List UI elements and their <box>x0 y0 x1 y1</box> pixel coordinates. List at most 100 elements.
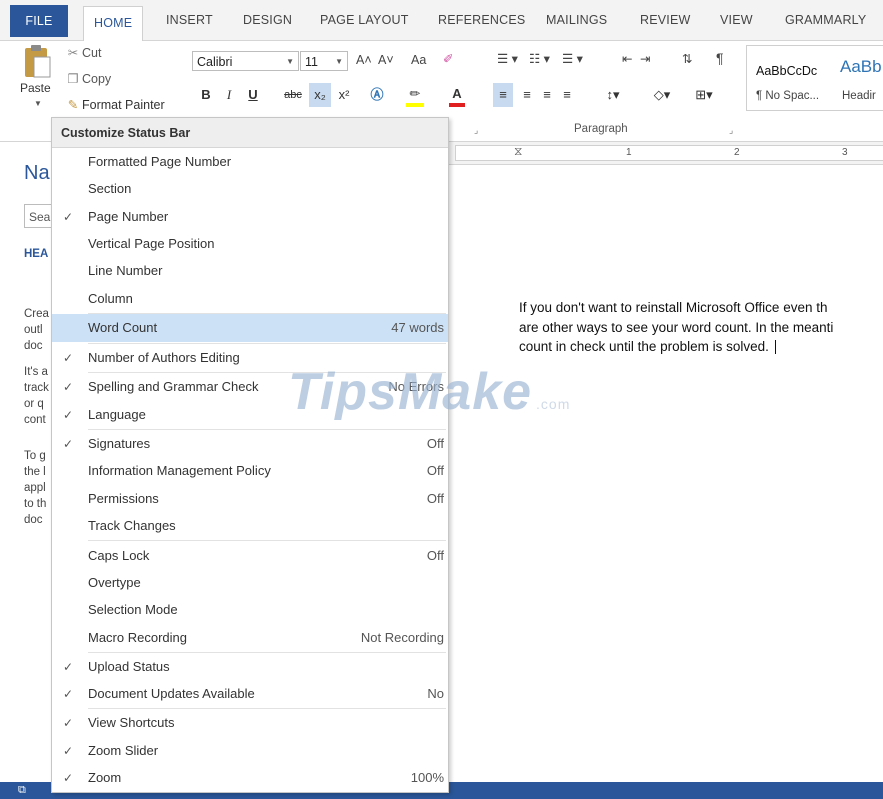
format-painter-button[interactable]: ✎ Format Painter <box>64 97 165 112</box>
menu-item-information-management-policy[interactable]: Information Management Policy Off <box>52 457 448 485</box>
grow-font-button[interactable]: A˄ <box>356 53 372 67</box>
strikethrough-button[interactable]: abc <box>281 83 305 107</box>
menu-item-document-updates-available[interactable]: ✓ Document Updates Available No <box>52 680 448 708</box>
multilevel-list-icon[interactable]: ☰ ▾ <box>562 51 583 66</box>
style-heading[interactable]: AaBb <box>840 57 882 77</box>
cut-button[interactable]: ✂ Cut <box>64 45 102 60</box>
menu-item-caps-lock[interactable]: Caps Lock Off <box>52 542 448 570</box>
numbering-icon[interactable]: ☷ ▾ <box>529 51 550 66</box>
bold-button[interactable]: B <box>198 83 214 107</box>
styles-gallery: AaBbCcDc ¶ No Spac... AaBb Headir <box>746 45 883 111</box>
font-color-icon[interactable]: A <box>449 85 465 107</box>
ruler-number: 2 <box>734 147 740 158</box>
align-left-icon[interactable]: ≡ <box>493 83 513 107</box>
indent-marker-icon[interactable]: ⧖ <box>514 144 522 159</box>
copy-icon: ❐ <box>67 72 79 86</box>
font-size-select[interactable]: 11 ▼ <box>300 51 348 71</box>
menu-item-label: Signatures <box>88 436 151 451</box>
page-layout-icon[interactable]: ⧉ <box>18 784 26 797</box>
copy-label: Copy <box>82 72 112 86</box>
increase-indent-icon[interactable]: ⇥ <box>640 51 650 66</box>
sort-icon[interactable]: ⇅ <box>682 51 692 66</box>
menu-item-column[interactable]: Column <box>52 285 448 313</box>
document-paragraph[interactable]: If you don't want to reinstall Microsoft… <box>519 298 883 357</box>
menu-item-formatted-page-number[interactable]: Formatted Page Number <box>52 148 448 176</box>
menu-item-label: Number of Authors Editing <box>88 350 240 365</box>
menu-item-label: Document Updates Available <box>88 686 255 701</box>
tab-review[interactable]: REVIEW <box>640 0 691 40</box>
show-formatting-button[interactable]: ¶ <box>716 50 724 66</box>
copy-button[interactable]: ❐ Copy <box>64 71 111 86</box>
font-name-value: Calibri <box>197 55 233 69</box>
style-no-spacing[interactable]: AaBbCcDc <box>756 62 817 80</box>
superscript-button[interactable]: x² <box>334 83 354 107</box>
nav-text: doc <box>24 340 43 352</box>
menu-item-vertical-page-position[interactable]: Vertical Page Position <box>52 230 448 258</box>
tab-view[interactable]: VIEW <box>720 0 753 40</box>
scissors-icon: ✂ <box>67 46 79 60</box>
menu-item-value: 47 words <box>391 320 444 335</box>
clear-formatting-icon[interactable]: ✐ <box>443 51 453 66</box>
text-effects-icon[interactable]: Ⓐ <box>368 83 386 107</box>
highlight-color-icon[interactable]: ✏ <box>406 85 424 107</box>
italic-button[interactable]: I <box>221 83 237 107</box>
borders-icon[interactable]: ⊞▾ <box>690 83 718 107</box>
font-dialog-launcher-icon[interactable]: ⌟ <box>474 125 478 136</box>
menu-item-upload-status[interactable]: ✓ Upload Status <box>52 653 448 681</box>
font-name-select[interactable]: Calibri ▼ <box>192 51 299 71</box>
menu-item-zoom-slider[interactable]: ✓ Zoom Slider <box>52 737 448 765</box>
shrink-font-button[interactable]: A˅ <box>378 53 394 67</box>
tab-insert[interactable]: INSERT <box>166 0 213 40</box>
subscript-button[interactable]: x₂ <box>309 83 331 107</box>
menu-item-signatures[interactable]: ✓ Signatures Off <box>52 430 448 458</box>
tab-mailings[interactable]: MAILINGS <box>546 0 607 40</box>
menu-item-track-changes[interactable]: Track Changes <box>52 512 448 540</box>
tab-home[interactable]: HOME <box>83 6 144 43</box>
menu-item-line-number[interactable]: Line Number <box>52 257 448 285</box>
menu-item-label: Caps Lock <box>88 548 150 563</box>
menu-item-view-shortcuts[interactable]: ✓ View Shortcuts <box>52 709 448 737</box>
chevron-down-icon: ▼ <box>34 99 42 108</box>
decrease-indent-icon[interactable]: ⇤ <box>622 51 632 66</box>
menu-item-label: Formatted Page Number <box>88 154 232 169</box>
shading-icon[interactable]: ◇▾ <box>648 83 676 107</box>
menu-item-value: Off <box>426 548 444 563</box>
tab-page-layout[interactable]: PAGE LAYOUT <box>320 0 409 40</box>
nav-text: To g <box>24 450 46 462</box>
paragraph-dialog-launcher-icon[interactable]: ⌟ <box>729 125 733 136</box>
tab-file[interactable]: FILE <box>10 5 68 37</box>
checkmark-icon: ✓ <box>63 687 74 701</box>
menu-item-permissions[interactable]: Permissions Off <box>52 485 448 513</box>
checkmark-icon: ✓ <box>63 408 74 422</box>
menu-item-label: Vertical Page Position <box>88 236 215 251</box>
change-case-button[interactable]: Aa <box>411 53 426 67</box>
nav-text: the l <box>24 466 46 478</box>
line-spacing-icon[interactable]: ↕▾ <box>600 83 626 107</box>
checkmark-icon: ✓ <box>63 771 74 785</box>
menu-item-value: Off <box>426 436 444 451</box>
underline-button[interactable]: U <box>245 83 261 107</box>
horizontal-ruler[interactable]: ⧖ 1 2 3 <box>447 142 883 165</box>
menu-item-selection-mode[interactable]: Selection Mode <box>52 596 448 624</box>
menu-item-label: Zoom Slider <box>88 743 159 758</box>
tab-design[interactable]: DESIGN <box>243 0 292 40</box>
menu-item-zoom[interactable]: ✓ Zoom 100% <box>52 764 448 792</box>
menu-item-label: Overtype <box>88 575 141 590</box>
align-right-icon[interactable]: ≡ <box>537 83 557 107</box>
nav-text: to th <box>24 498 47 510</box>
align-center-icon[interactable]: ≡ <box>517 83 537 107</box>
tab-references[interactable]: REFERENCES <box>438 0 525 40</box>
tab-grammarly[interactable]: GRAMMARLY <box>785 0 866 40</box>
menu-item-macro-recording[interactable]: Macro Recording Not Recording <box>52 624 448 652</box>
menu-item-overtype[interactable]: Overtype <box>52 569 448 597</box>
menu-item-section[interactable]: Section <box>52 175 448 203</box>
menu-item-label: Line Number <box>88 263 163 278</box>
justify-icon[interactable]: ≡ <box>557 83 577 107</box>
font-size-value: 11 <box>305 55 318 69</box>
menu-item-label: Macro Recording <box>88 630 187 645</box>
menu-item-word-count[interactable]: Word Count 47 words <box>52 314 448 342</box>
bullets-icon[interactable]: ☰ ▾ <box>497 51 518 66</box>
nav-headings-tab[interactable]: HEA <box>24 248 48 260</box>
nav-pane-title: Na <box>24 162 50 184</box>
menu-item-page-number[interactable]: ✓ Page Number <box>52 203 448 231</box>
